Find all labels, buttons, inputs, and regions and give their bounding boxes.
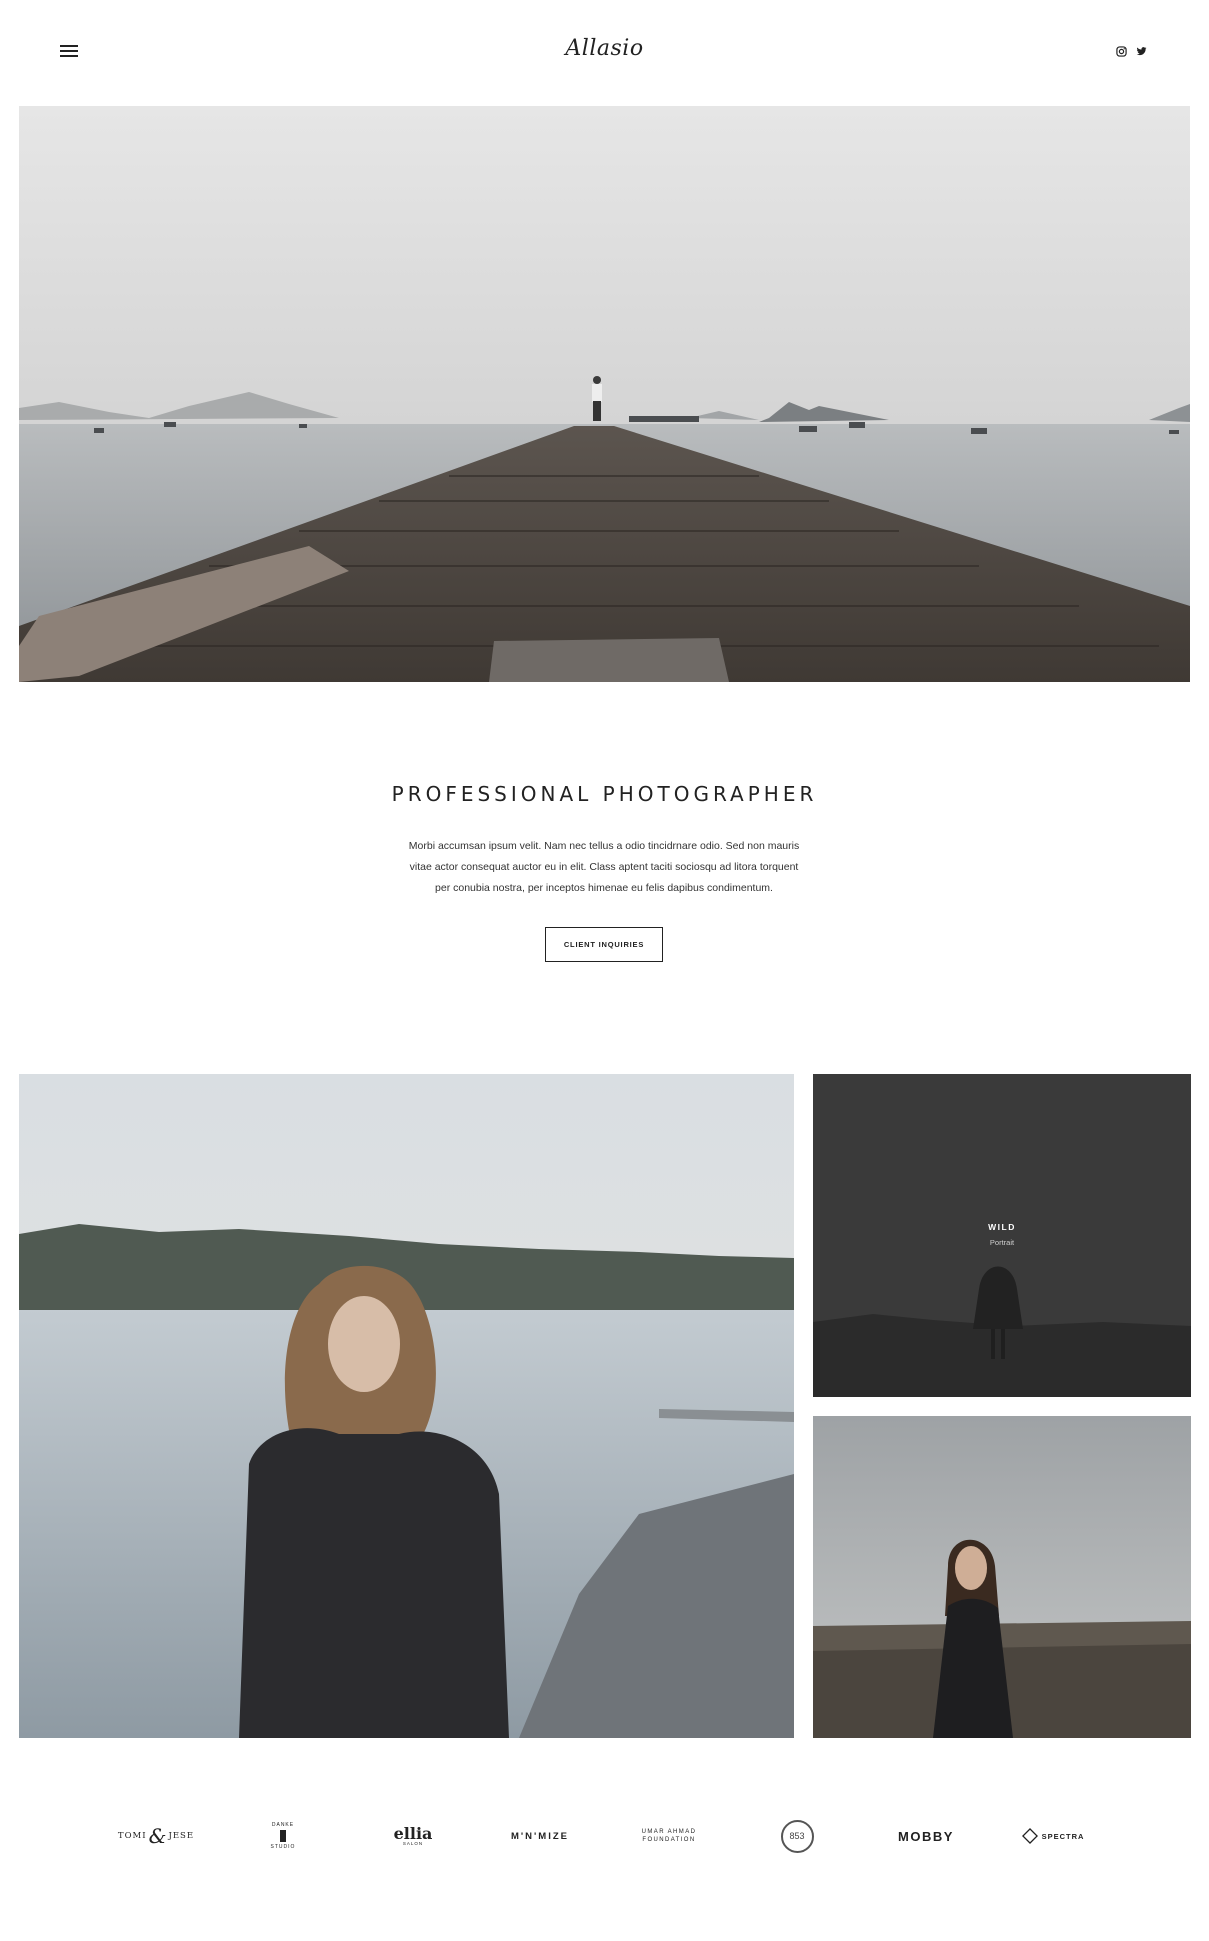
instagram-icon[interactable] (1116, 46, 1127, 57)
client-logo-mobby: MOBBY (895, 1818, 957, 1854)
danke-text: DANKE (271, 1822, 295, 1828)
client-inquiries-button[interactable]: CLIENT INQUIRIES (545, 927, 663, 962)
spectra-text: SPECTRA (1041, 1831, 1085, 1841)
danke-mark-icon (280, 1830, 286, 1842)
intro-paragraph: Morbi accumsan ipsum velit. Nam nec tell… (408, 840, 800, 894)
gallery-item-field-portrait[interactable] (813, 1416, 1191, 1738)
field-portrait-image (813, 1416, 1191, 1738)
ellia-text: ellia (393, 1823, 433, 1843)
tomi-text: TOMI (117, 1831, 147, 1841)
foundation-text: FOUNDATION (642, 1837, 696, 1843)
client-logo-umar-ahmad: UMAR AHMAD FOUNDATION (636, 1818, 702, 1854)
client-logo-ellia: ellia SALON (388, 1818, 438, 1854)
client-logo-danke-studio: DANKE STUDIO (266, 1818, 300, 1854)
logo: Allasio (0, 36, 1209, 61)
twitter-icon[interactable] (1136, 46, 1147, 57)
mobby-text: MOBBY (898, 1828, 954, 1844)
salon-text: SALON (402, 1840, 424, 1846)
ampersand-text: & (148, 1824, 167, 1848)
client-logo-tomi-jese: TOMI & JESE (117, 1818, 195, 1854)
client-logo-minimize: M'N'MIZE (505, 1818, 575, 1854)
jese-text: JESE (168, 1831, 195, 1841)
gallery-item-lake-portrait[interactable] (19, 1074, 794, 1738)
umar-text: UMAR AHMAD (641, 1829, 697, 1835)
badge-853: 853 (780, 1819, 814, 1853)
page-title: PROFESSIONAL PHOTOGRAPHER (391, 782, 818, 806)
lake-portrait-image (19, 1074, 794, 1738)
gallery-item-category: Portrait (989, 1238, 1015, 1247)
studio-text: STUDIO (270, 1844, 296, 1850)
hero-image (19, 106, 1190, 682)
minimize-text: M'N'MIZE (511, 1830, 569, 1842)
social-links (1116, 46, 1147, 57)
wild-caption: WILD Portrait (813, 1222, 1191, 1247)
site-logo-link[interactable]: Allasio (565, 36, 643, 61)
client-logo-spectra: SPECTRA (1019, 1818, 1087, 1854)
client-logo-853: 853 (779, 1818, 815, 1854)
diamond-icon (1021, 1828, 1038, 1844)
gallery-item-title: WILD (988, 1222, 1016, 1232)
